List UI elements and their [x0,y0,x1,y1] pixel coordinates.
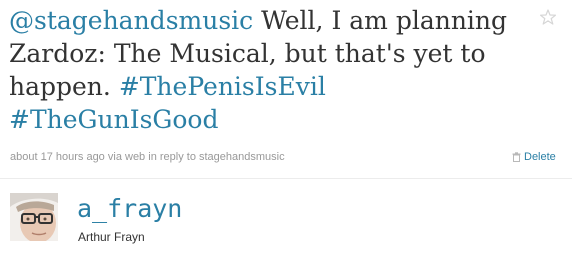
author-full-name: Arthur Frayn [78,230,145,244]
reply-to-link[interactable]: stagehandsmusic [199,151,285,163]
hashtag-link-2[interactable]: #TheGunIsGood [9,105,218,134]
divider [0,178,572,179]
tweet-text: @stagehandsmusic Well, I am planning Zar… [9,4,529,136]
mention-link[interactable]: @stagehandsmusic [9,6,253,35]
avatar-image [10,193,58,241]
source-link[interactable]: web [125,151,145,163]
timestamp-link[interactable]: about 17 hours ago [10,151,105,163]
avatar[interactable] [10,193,58,241]
delete-button[interactable]: Delete [512,151,556,163]
reply-prefix: in reply to [145,151,199,163]
tweet-meta: about 17 hours ago via web in reply to s… [10,151,285,163]
delete-label: Delete [524,151,556,163]
star-icon[interactable] [540,9,556,25]
via-prefix: via [104,151,125,163]
trash-icon [512,152,521,162]
author-screen-name[interactable]: a_frayn [77,194,182,224]
hashtag-link-1[interactable]: #ThePenisIsEvil [119,72,326,101]
